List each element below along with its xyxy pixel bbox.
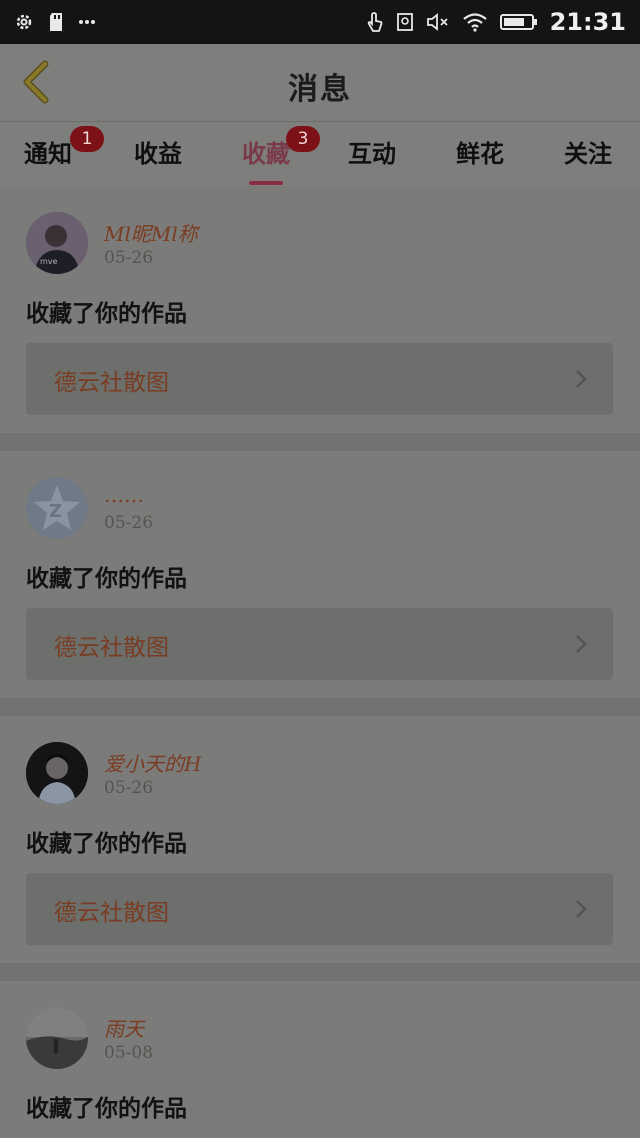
tab-interactions[interactable]: 互动 — [348, 134, 396, 169]
message-date: 05-26 — [104, 778, 154, 798]
svg-text:Z: Z — [49, 501, 62, 522]
tab-favorites[interactable]: 收藏 3 — [242, 126, 320, 185]
avatar[interactable]: mve — [26, 212, 88, 274]
status-right-icons: 21:31 — [366, 8, 626, 36]
avatar[interactable] — [26, 742, 88, 804]
more-dots-icon — [78, 10, 96, 34]
chevron-right-icon — [575, 899, 587, 923]
settings-icon — [14, 10, 34, 34]
action-text: 收藏了你的作品 — [26, 300, 187, 327]
status-left-icons — [14, 10, 96, 34]
work-card[interactable]: 德云社散图 — [26, 873, 613, 945]
favorites-badge: 3 — [286, 126, 320, 152]
status-bar: 21:31 — [0, 0, 640, 44]
tab-flowers[interactable]: 鲜花 — [456, 134, 504, 169]
item-separator — [0, 433, 640, 451]
work-card[interactable]: 德云社散图 — [26, 608, 613, 680]
avatar[interactable]: Z — [26, 477, 88, 539]
work-title: 德云社散图 — [54, 370, 169, 396]
item-separator — [0, 963, 640, 981]
screenshot-icon — [396, 10, 414, 34]
chevron-right-icon — [575, 369, 587, 393]
work-card[interactable]: 德云社散图 — [26, 343, 613, 415]
action-text: 收藏了你的作品 — [26, 565, 187, 592]
list-item: 爱小天的H 05-26 收藏了你的作品 德云社散图 — [0, 716, 640, 963]
username[interactable]: 爱小天的H — [104, 748, 201, 777]
tab-earnings[interactable]: 收益 — [134, 134, 182, 169]
username[interactable]: …… — [104, 483, 144, 507]
tab-label: 通知 — [24, 139, 72, 168]
tab-label: 互动 — [348, 139, 396, 168]
username[interactable]: Ml昵Ml称 — [104, 218, 198, 247]
header-bar: 消息 — [0, 44, 640, 122]
action-text: 收藏了你的作品 — [26, 1095, 187, 1122]
page-title: 消息 — [288, 72, 352, 107]
tab-following[interactable]: 关注 — [564, 134, 612, 169]
work-title: 德云社散图 — [54, 635, 169, 661]
status-time: 21:31 — [549, 8, 626, 36]
svg-text:mve: mve — [40, 257, 58, 266]
touch-icon — [366, 10, 384, 34]
work-title: 德云社散图 — [54, 900, 169, 926]
message-date: 05-26 — [104, 513, 154, 533]
tab-label: 关注 — [564, 139, 612, 168]
wifi-icon — [462, 10, 488, 34]
tab-label: 鲜花 — [456, 139, 504, 168]
tab-notifications[interactable]: 通知 1 — [24, 126, 104, 169]
chevron-right-icon — [575, 634, 587, 658]
notification-badge: 1 — [70, 126, 104, 152]
list-item: mve Ml昵Ml称 05-26 收藏了你的作品 德云社散图 — [0, 186, 640, 433]
active-tab-indicator — [249, 181, 283, 185]
avatar[interactable] — [26, 1007, 88, 1069]
tab-label: 收藏 — [242, 139, 290, 168]
battery-icon — [499, 10, 538, 34]
list-item: Z …… 05-26 收藏了你的作品 德云社散图 — [0, 451, 640, 698]
mute-icon — [426, 10, 450, 34]
tab-bar: 通知 1 收益 收藏 3 互动 鲜花 关注 — [0, 122, 640, 186]
username[interactable]: 雨天 — [104, 1013, 144, 1042]
list-item: 雨天 05-08 收藏了你的作品 — [0, 981, 640, 1138]
sd-card-icon — [48, 10, 64, 34]
tab-label: 收益 — [134, 139, 182, 168]
message-date: 05-08 — [104, 1043, 154, 1063]
item-separator — [0, 698, 640, 716]
message-date: 05-26 — [104, 248, 154, 268]
action-text: 收藏了你的作品 — [26, 830, 187, 857]
